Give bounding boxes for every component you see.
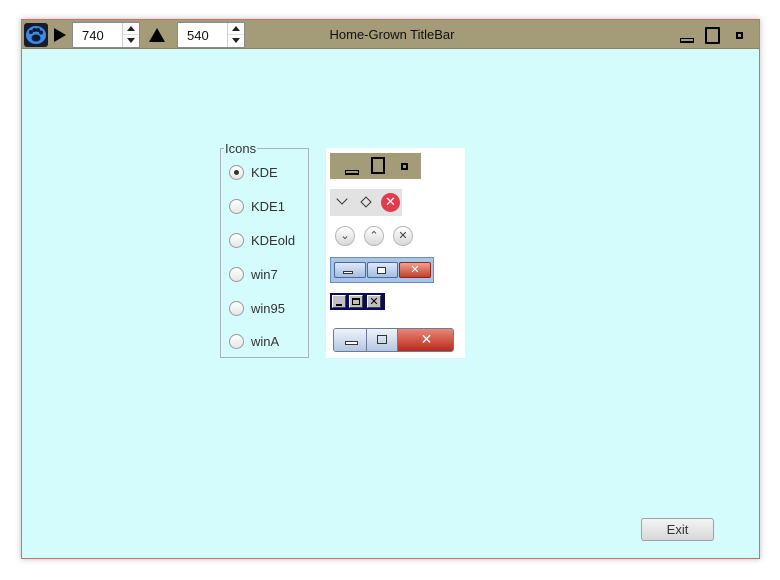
window-title: Home-Grown TitleBar: [329, 27, 455, 42]
close-icon: ✕: [399, 262, 431, 278]
radio-label[interactable]: winA: [251, 334, 279, 349]
close-icon: ✕: [367, 295, 381, 308]
radio-button[interactable]: [229, 267, 244, 282]
icon-style-preview: ✕ ⌄ ⌃ ✕ ✕ ✕ ✕: [326, 148, 465, 358]
close-icon: ✕: [398, 329, 453, 351]
main-window: Home-Grown TitleBar Icons KDE KDE1 KDEol…: [21, 19, 760, 559]
radio-kde[interactable]: KDE: [229, 163, 307, 183]
width-spinner[interactable]: [72, 22, 140, 48]
chevron-down-icon: ⌄: [335, 226, 355, 246]
radio-kde1[interactable]: KDE1: [229, 197, 307, 217]
width-decrement-button[interactable]: [123, 35, 139, 47]
maximize-button[interactable]: [705, 27, 720, 44]
preview-win95: ✕: [330, 293, 385, 310]
paw-icon[interactable]: [24, 23, 48, 47]
preview-kde: [330, 153, 421, 179]
radio-label[interactable]: win7: [251, 267, 278, 282]
title-bar[interactable]: Home-Grown TitleBar: [22, 20, 759, 49]
minimize-icon: [334, 262, 366, 278]
height-increment-button[interactable]: [228, 23, 244, 35]
radio-label[interactable]: win95: [251, 301, 285, 316]
icons-group-legend: Icons: [224, 141, 258, 156]
close-icon: [401, 163, 408, 170]
width-input[interactable]: [73, 23, 123, 47]
close-button[interactable]: [736, 32, 743, 39]
width-arrow-icon: [54, 28, 66, 42]
preview-kde1: ✕: [330, 189, 402, 216]
maximize-icon: [349, 295, 363, 308]
minimize-icon: [345, 170, 359, 175]
preview-wina: ✕: [333, 328, 454, 352]
radio-button[interactable]: [229, 165, 244, 180]
maximize-icon: [367, 329, 398, 351]
icons-group: Icons KDE KDE1 KDEold win7 win95 winA: [220, 141, 309, 358]
radio-button[interactable]: [229, 301, 244, 316]
height-decrement-button[interactable]: [228, 35, 244, 47]
radio-kdeold[interactable]: KDEold: [229, 231, 307, 251]
exit-button[interactable]: Exit: [641, 518, 714, 541]
height-input[interactable]: [178, 23, 228, 47]
radio-button[interactable]: [229, 334, 244, 349]
close-icon: ✕: [393, 226, 413, 246]
radio-button[interactable]: [229, 233, 244, 248]
height-spinner[interactable]: [177, 22, 245, 48]
radio-label[interactable]: KDEold: [251, 233, 295, 248]
radio-win7[interactable]: win7: [229, 265, 307, 285]
chevron-up-icon: ⌃: [364, 226, 384, 246]
height-arrow-icon: [149, 28, 165, 42]
preview-win7: ✕: [330, 257, 434, 283]
radio-label[interactable]: KDE1: [251, 199, 285, 214]
maximize-icon: [371, 157, 385, 174]
minimize-icon: [334, 329, 367, 351]
radio-label[interactable]: KDE: [251, 165, 278, 180]
maximize-icon: [367, 262, 398, 278]
width-increment-button[interactable]: [123, 23, 139, 35]
close-icon: ✕: [381, 193, 400, 212]
radio-win95[interactable]: win95: [229, 299, 307, 319]
diamond-icon: [360, 196, 372, 208]
chevron-down-icon: [336, 193, 348, 205]
radio-button[interactable]: [229, 199, 244, 214]
radio-wina[interactable]: winA: [229, 332, 307, 352]
minimize-button[interactable]: [680, 38, 694, 43]
minimize-icon: [332, 295, 346, 308]
